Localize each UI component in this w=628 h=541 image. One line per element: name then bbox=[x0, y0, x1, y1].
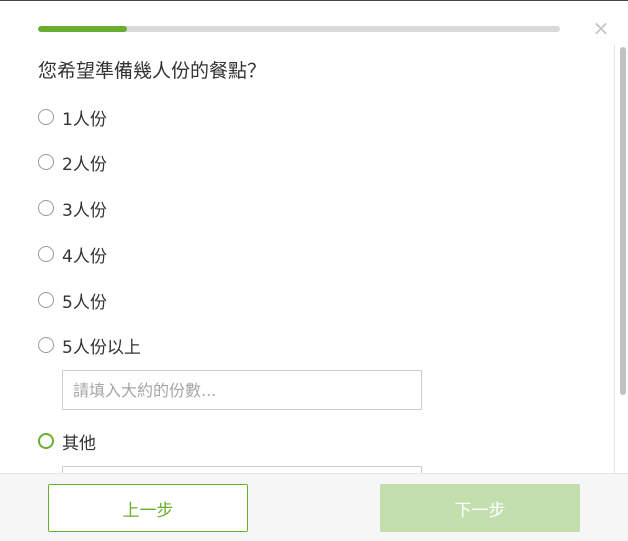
survey-modal: × 您希望準備幾人份的餐點？ 1人份 2人份 3人份 4人份 5人份 5人份以上… bbox=[0, 0, 628, 541]
option-label: 其他 bbox=[62, 433, 96, 454]
option-label: 5人份以上 bbox=[62, 337, 141, 358]
scrollbar[interactable] bbox=[614, 45, 628, 473]
option-4-servings[interactable]: 4人份 bbox=[38, 243, 107, 267]
option-label: 5人份 bbox=[62, 292, 107, 313]
radio-button[interactable] bbox=[38, 200, 54, 216]
radio-button[interactable] bbox=[38, 337, 54, 353]
radio-button[interactable] bbox=[38, 109, 54, 125]
radio-button[interactable] bbox=[38, 154, 54, 170]
scrollbar-thumb[interactable] bbox=[620, 47, 626, 395]
option-5-servings[interactable]: 5人份 bbox=[38, 289, 107, 313]
option-label: 2人份 bbox=[62, 154, 107, 175]
option-label: 1人份 bbox=[62, 109, 107, 130]
option-more-than-5[interactable]: 5人份以上 bbox=[38, 334, 141, 358]
radio-button-selected[interactable] bbox=[38, 433, 54, 449]
close-icon[interactable]: × bbox=[592, 18, 610, 38]
progress-bar bbox=[38, 26, 560, 32]
option-3-servings[interactable]: 3人份 bbox=[38, 197, 107, 221]
next-button[interactable]: 下一步 bbox=[380, 484, 580, 532]
radio-button[interactable] bbox=[38, 292, 54, 308]
servings-count-input[interactable] bbox=[62, 370, 422, 410]
option-1-serving[interactable]: 1人份 bbox=[38, 106, 107, 130]
option-label: 3人份 bbox=[62, 200, 107, 221]
option-label: 4人份 bbox=[62, 246, 107, 267]
radio-button[interactable] bbox=[38, 246, 54, 262]
footer-bar: 上一步 下一步 bbox=[0, 473, 628, 541]
progress-bar-fill bbox=[38, 26, 127, 32]
previous-button[interactable]: 上一步 bbox=[48, 484, 248, 532]
option-other[interactable]: 其他 bbox=[38, 430, 96, 454]
question-title: 您希望準備幾人份的餐點？ bbox=[38, 60, 267, 82]
option-2-servings[interactable]: 2人份 bbox=[38, 151, 107, 175]
